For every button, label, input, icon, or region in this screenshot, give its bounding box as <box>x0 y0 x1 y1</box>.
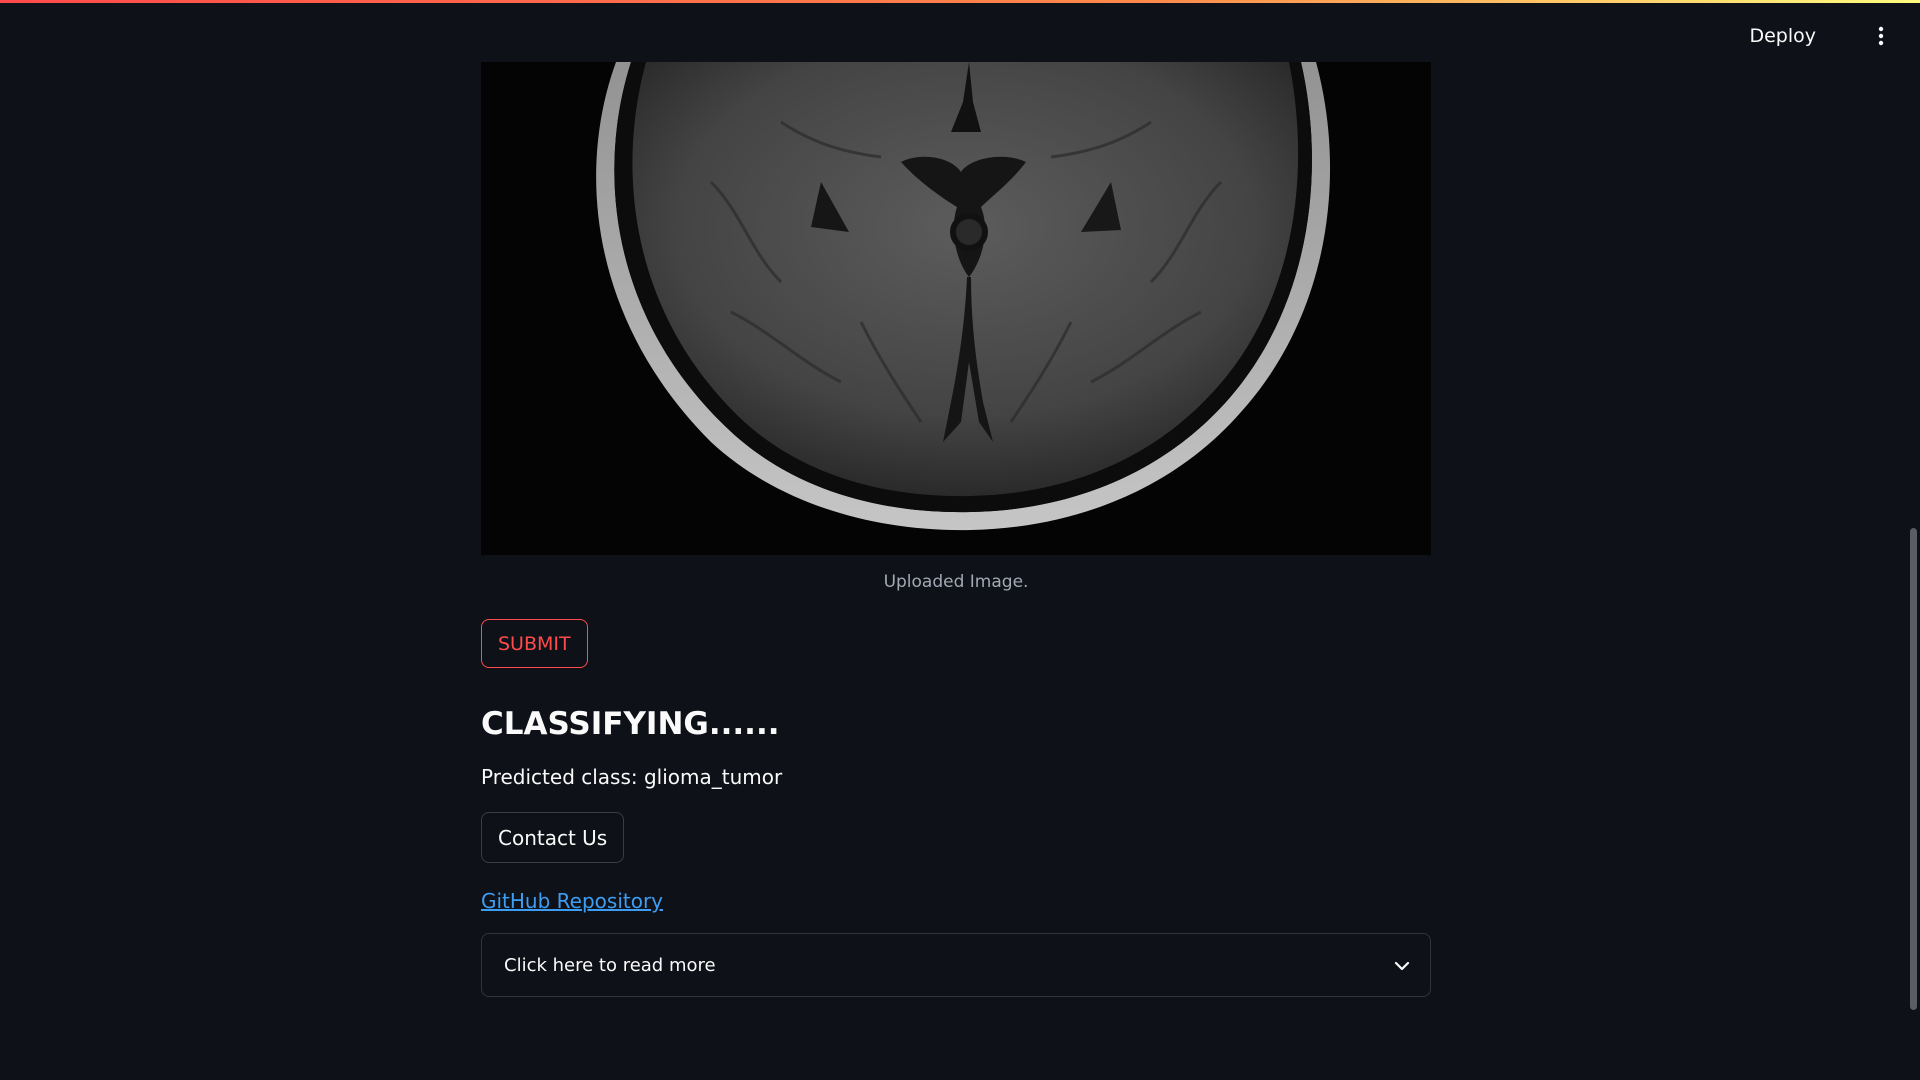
expander-label: Click here to read more <box>504 954 716 976</box>
main-menu-button[interactable] <box>1862 17 1900 55</box>
submit-button[interactable]: SUBMIT <box>481 619 588 668</box>
image-caption: Uploaded Image. <box>883 572 1029 592</box>
scrollbar-thumb[interactable] <box>1910 528 1917 1010</box>
github-repository-link[interactable]: GitHub Repository <box>481 889 1431 913</box>
chevron-down-icon <box>1394 956 1410 975</box>
classifying-heading: CLASSIFYING...... <box>481 706 780 742</box>
vertical-dots-icon <box>1878 26 1884 46</box>
read-more-expander[interactable]: Click here to read more <box>481 933 1431 998</box>
deploy-button[interactable]: Deploy <box>1737 17 1828 55</box>
uploaded-mri-image <box>481 62 1431 555</box>
app-header: Deploy <box>0 3 1920 61</box>
contact-us-button[interactable]: Contact Us <box>481 812 625 864</box>
predicted-class-text: Predicted class: glioma_tumor <box>481 765 783 790</box>
main-content: Uploaded Image. SUBMIT CLASSIFYING......… <box>481 62 1431 998</box>
